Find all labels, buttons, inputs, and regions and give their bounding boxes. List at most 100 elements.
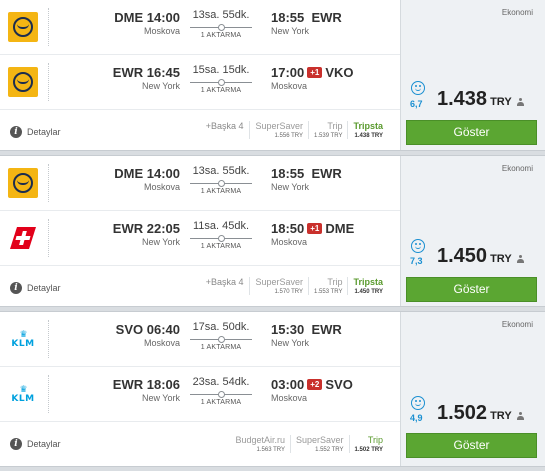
duration-text: 23sa. 54dk. (192, 376, 250, 388)
departure: EWR 22:05 New York (113, 221, 180, 247)
arrival-city: Moskova (271, 81, 308, 91)
price-panel: Ekonomi 4,9 1.502 TRY Göster (400, 312, 545, 466)
arrival-code: DME (325, 221, 355, 236)
stops-line-icon (190, 234, 252, 242)
divider (48, 320, 49, 358)
provider-offer-best[interactable]: Tripsta 1.450 TRY (347, 277, 388, 295)
provider-price: 1.502 TRY (354, 447, 383, 453)
lufthansa-logo (8, 67, 38, 97)
info-icon[interactable]: i (10, 126, 22, 138)
show-deal-button[interactable]: Göster (406, 433, 537, 458)
departure: EWR 18:06 New York (113, 377, 180, 403)
provider-name: BudgetAir.ru (235, 435, 285, 445)
provider-offer-best[interactable]: Tripsta 1.438 TRY (347, 121, 388, 139)
outbound-leg[interactable]: DME 14:00 Moskova 13sa. 55dk. 1 AKTARMA … (0, 156, 400, 211)
departure: DME 14:00 Moskova (114, 10, 180, 36)
duration-text: 13sa. 55dk. (192, 165, 250, 177)
arrival-city: New York (271, 26, 310, 36)
price-currency: TRY (490, 253, 512, 265)
return-leg[interactable]: EWR 16:45 New York 15sa. 15dk. 1 AKTARMA… (0, 55, 400, 110)
departure-city: Moskova (143, 26, 180, 36)
stops-line-icon (190, 78, 252, 86)
cabin-class: Ekonomi (501, 8, 533, 17)
rating-score: 7,3 (410, 256, 423, 266)
per-person-icon (516, 412, 524, 420)
provider-price: 1.570 TRY (274, 289, 304, 295)
provider-offer[interactable]: Trip 1.553 TRY (308, 277, 347, 295)
itinerary-panel: ♛ KLM SVO 06:40 Moskova 17sa. 50dk. 1 AKT… (0, 312, 400, 466)
provider-offer-best[interactable]: Trip 1.502 TRY (348, 435, 388, 453)
arrival-city: Moskova (271, 237, 308, 247)
price-panel: Ekonomi 6,7 1.438 TRY Göster (400, 0, 545, 150)
provider-name: Tripsta (353, 277, 383, 287)
departure-time: EWR 22:05 (112, 221, 180, 236)
info-icon[interactable]: i (10, 438, 22, 450)
price-amount: 1.438 (437, 88, 488, 110)
duration-text: 17sa. 50dk. (192, 321, 250, 333)
arrival-time: 03:00 (271, 377, 305, 392)
stops-text: 1 AKTARMA (200, 243, 242, 250)
stops-line-icon (190, 23, 252, 31)
arrival: 17:00 +1 VKO Moskova (271, 65, 354, 91)
details-link[interactable]: Detaylar (27, 283, 61, 293)
departure: DME 14:00 Moskova (114, 166, 180, 192)
stops-line-icon (190, 335, 252, 343)
details-link[interactable]: Detaylar (27, 439, 61, 449)
departure: EWR 16:45 New York (113, 65, 180, 91)
next-day-badge: +1 (307, 223, 323, 234)
info-icon[interactable]: i (10, 282, 22, 294)
arrival-time: 18:55 (271, 10, 305, 25)
price: 1.502 TRY (437, 402, 524, 425)
provider-offer[interactable]: SuperSaver 1.570 TRY (249, 277, 308, 295)
more-offers-link[interactable]: +Başka 4 (206, 277, 250, 287)
arrival-time: 18:50 (271, 221, 305, 236)
duration: 17sa. 50dk. 1 AKTARMA (186, 321, 256, 351)
provider-offer[interactable]: BudgetAir.ru 1.563 TRY (230, 435, 290, 453)
klm-logo: ♛ KLM (11, 385, 35, 404)
more-offers-link[interactable]: +Başka 4 (206, 121, 250, 131)
flight-result-card: DME 14:00 Moskova 13sa. 55dk. 1 AKTARMA … (0, 0, 545, 151)
smiley-rating-icon (411, 396, 425, 410)
stops-text: 1 AKTARMA (200, 344, 242, 351)
details-link[interactable]: Detaylar (27, 127, 61, 137)
swiss-logo (8, 223, 38, 253)
departure-city: Moskova (143, 182, 180, 192)
arrival-city: New York (271, 182, 310, 192)
provider-name: Tripsta (353, 121, 383, 131)
arrival: 03:00 +2 SVO Moskova (271, 377, 353, 403)
duration: 13sa. 55dk. 1 AKTARMA (186, 165, 256, 195)
departure-city: Moskova (143, 338, 180, 348)
price: 1.450 TRY (437, 245, 524, 268)
arrival-time: 18:55 (271, 166, 305, 181)
outbound-leg[interactable]: DME 14:00 Moskova 13sa. 55dk. 1 AKTARMA … (0, 0, 400, 55)
cabin-class: Ekonomi (501, 320, 533, 329)
provider-name: Trip (327, 277, 343, 287)
show-deal-button[interactable]: Göster (406, 120, 537, 145)
stops-text: 1 AKTARMA (200, 399, 242, 406)
arrival-code: EWR (311, 10, 342, 25)
divider (48, 164, 49, 202)
provider-price: 1.552 TRY (315, 447, 344, 453)
itinerary-panel: DME 14:00 Moskova 13sa. 55dk. 1 AKTARMA … (0, 156, 400, 306)
return-leg[interactable]: EWR 22:05 New York 11sa. 45dk. 1 AKTARMA… (0, 211, 400, 266)
provider-offer[interactable]: SuperSaver 1.556 TRY (249, 121, 308, 139)
return-leg[interactable]: ♛ KLM EWR 18:06 New York 23sa. 54dk. 1 AK… (0, 367, 400, 422)
departure-city: New York (141, 393, 180, 403)
results-list: DME 14:00 Moskova 13sa. 55dk. 1 AKTARMA … (0, 0, 545, 471)
provider-name: SuperSaver (296, 435, 344, 445)
duration-text: 11sa. 45dk. (192, 220, 250, 232)
arrival-time: 17:00 (271, 65, 305, 80)
rating-score: 6,7 (410, 99, 423, 109)
provider-offer[interactable]: Trip 1.539 TRY (308, 121, 347, 139)
per-person-icon (516, 98, 524, 106)
outbound-leg[interactable]: ♛ KLM SVO 06:40 Moskova 17sa. 50dk. 1 AKT… (0, 312, 400, 367)
provider-price: 1.563 TRY (256, 447, 285, 453)
duration-text: 13sa. 55dk. (192, 9, 250, 21)
provider-offer[interactable]: SuperSaver 1.552 TRY (290, 435, 349, 453)
next-day-badge: +1 (307, 67, 323, 78)
show-deal-button[interactable]: Göster (406, 277, 537, 302)
price: 1.438 TRY (437, 88, 524, 111)
price-amount: 1.450 (437, 245, 488, 267)
provider-price: 1.556 TRY (274, 133, 304, 139)
stops-line-icon (190, 390, 252, 398)
